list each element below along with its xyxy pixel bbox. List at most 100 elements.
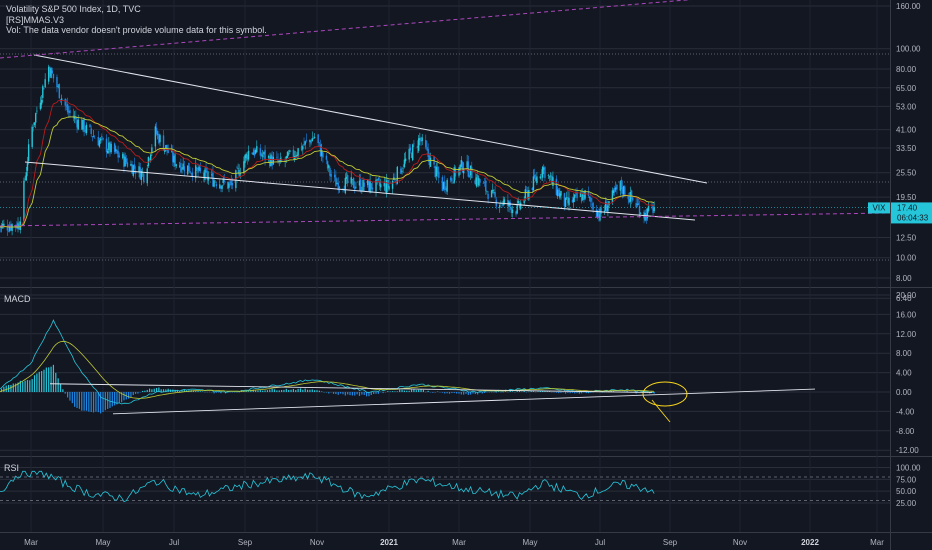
time-tick-label: Jul [595, 538, 605, 547]
time-tick-label: Nov [733, 538, 747, 547]
candle-body [113, 143, 116, 153]
candle-body [236, 167, 238, 169]
macd-histogram-bar [81, 392, 83, 411]
macd-histogram-bar [259, 390, 261, 392]
candle-body [380, 184, 382, 188]
candle-body [64, 98, 66, 106]
price-tick-label: 65.00 [896, 84, 917, 93]
candle-body [42, 86, 44, 98]
macd-histogram-bar [57, 378, 59, 392]
macd-histogram-bar [141, 390, 144, 392]
candle-body [363, 182, 365, 187]
candle-body [592, 202, 594, 210]
candle-body [101, 136, 103, 138]
candle-body [412, 144, 414, 161]
macd-histogram-bar [292, 389, 294, 392]
time-tick-label: Nov [310, 538, 324, 547]
candle-body [32, 127, 35, 128]
macd-histogram-bar [118, 392, 120, 403]
macd-histogram-bar [354, 392, 356, 396]
candle-body [487, 194, 489, 199]
macd-histogram-bar [403, 390, 406, 392]
macd-histogram-bar [269, 389, 271, 392]
candle-body [56, 76, 58, 88]
macd-histogram-bar [276, 390, 278, 392]
macd-histogram-bar [273, 389, 276, 392]
candle-body [429, 157, 432, 167]
rsi-tick-label: 50.00 [896, 487, 917, 496]
macd-histogram-bar [255, 390, 257, 392]
candle-body [25, 172, 27, 181]
macd-histogram-bar [465, 392, 467, 394]
candle-body [99, 138, 102, 141]
candle-body [159, 135, 161, 143]
candle-body [359, 179, 362, 192]
macd-histogram-bar [71, 392, 73, 404]
candle-body [175, 164, 177, 166]
candle-body [647, 206, 650, 212]
macd-histogram-bar [10, 384, 12, 392]
macd-histogram-bar [295, 390, 297, 392]
macd-histogram-bar [495, 392, 497, 393]
macd-histogram-bar [5, 385, 7, 392]
candle-body [228, 183, 230, 188]
macd-histogram-bar [299, 388, 302, 392]
price-tick-label: 8.00 [896, 274, 912, 283]
macd-histogram-bar [22, 381, 24, 392]
candle-body [317, 134, 319, 144]
macd-histogram-bar [555, 392, 557, 393]
candle-body [118, 155, 120, 158]
macd-histogram-bar [389, 391, 391, 392]
candle-body [272, 156, 275, 165]
macd-histogram-bar [31, 379, 33, 392]
candle-body [92, 136, 95, 137]
macd-histogram-bar [363, 392, 365, 395]
macd-histogram-bar [262, 390, 264, 392]
macd-tick-label: 12.00 [896, 330, 917, 339]
macd-histogram-bar [328, 392, 330, 394]
macd-tick-label: 16.00 [896, 310, 917, 319]
time-tick-label: Sep [238, 538, 253, 547]
macd-histogram-bar [337, 392, 339, 395]
macd-tick-label: 0.00 [896, 388, 912, 397]
candle-body [350, 177, 352, 184]
candle-body [27, 144, 30, 161]
macd-histogram-bar [285, 388, 287, 392]
rsi-pane-label: RSI [4, 463, 20, 473]
candle-body [289, 150, 291, 153]
macd-histogram-bar [128, 392, 130, 399]
macd-histogram-bar [146, 389, 148, 392]
candle-body [377, 178, 380, 181]
candle-body [66, 103, 69, 113]
macd-histogram-bar [134, 392, 137, 394]
candle-body [133, 164, 136, 169]
time-tick-label: May [95, 538, 110, 547]
candle-body [492, 190, 494, 192]
macd-histogram-bar [280, 390, 283, 392]
macd-histogram-bar [408, 390, 410, 392]
macd-histogram-bar [74, 392, 76, 407]
indicator-label: [RS]MMAS.V3 [6, 15, 65, 25]
candle-body [180, 163, 182, 172]
candle-body [85, 124, 88, 134]
macd-histogram-bar [463, 392, 465, 395]
candle-body [31, 126, 33, 147]
macd-histogram-bar [26, 380, 29, 392]
macd-histogram-bar [48, 367, 50, 392]
macd-histogram-bar [247, 391, 250, 392]
macd-histogram-bar [78, 392, 80, 409]
candle-body [98, 140, 101, 147]
macd-histogram-bar [264, 390, 266, 392]
candle-body [26, 162, 29, 171]
candle-body [494, 192, 496, 198]
macd-histogram-bar [29, 380, 31, 392]
macd-histogram-bar [420, 389, 422, 392]
price-tick-label: 41.00 [896, 126, 917, 135]
price-tick-label: 12.50 [896, 233, 917, 242]
macd-histogram-bar [55, 372, 57, 392]
candle-body [394, 179, 396, 181]
candle-body [302, 146, 304, 150]
macd-histogram-bar [569, 392, 571, 394]
macd-histogram-bar [59, 383, 62, 392]
macd-histogram-bar [218, 392, 220, 393]
